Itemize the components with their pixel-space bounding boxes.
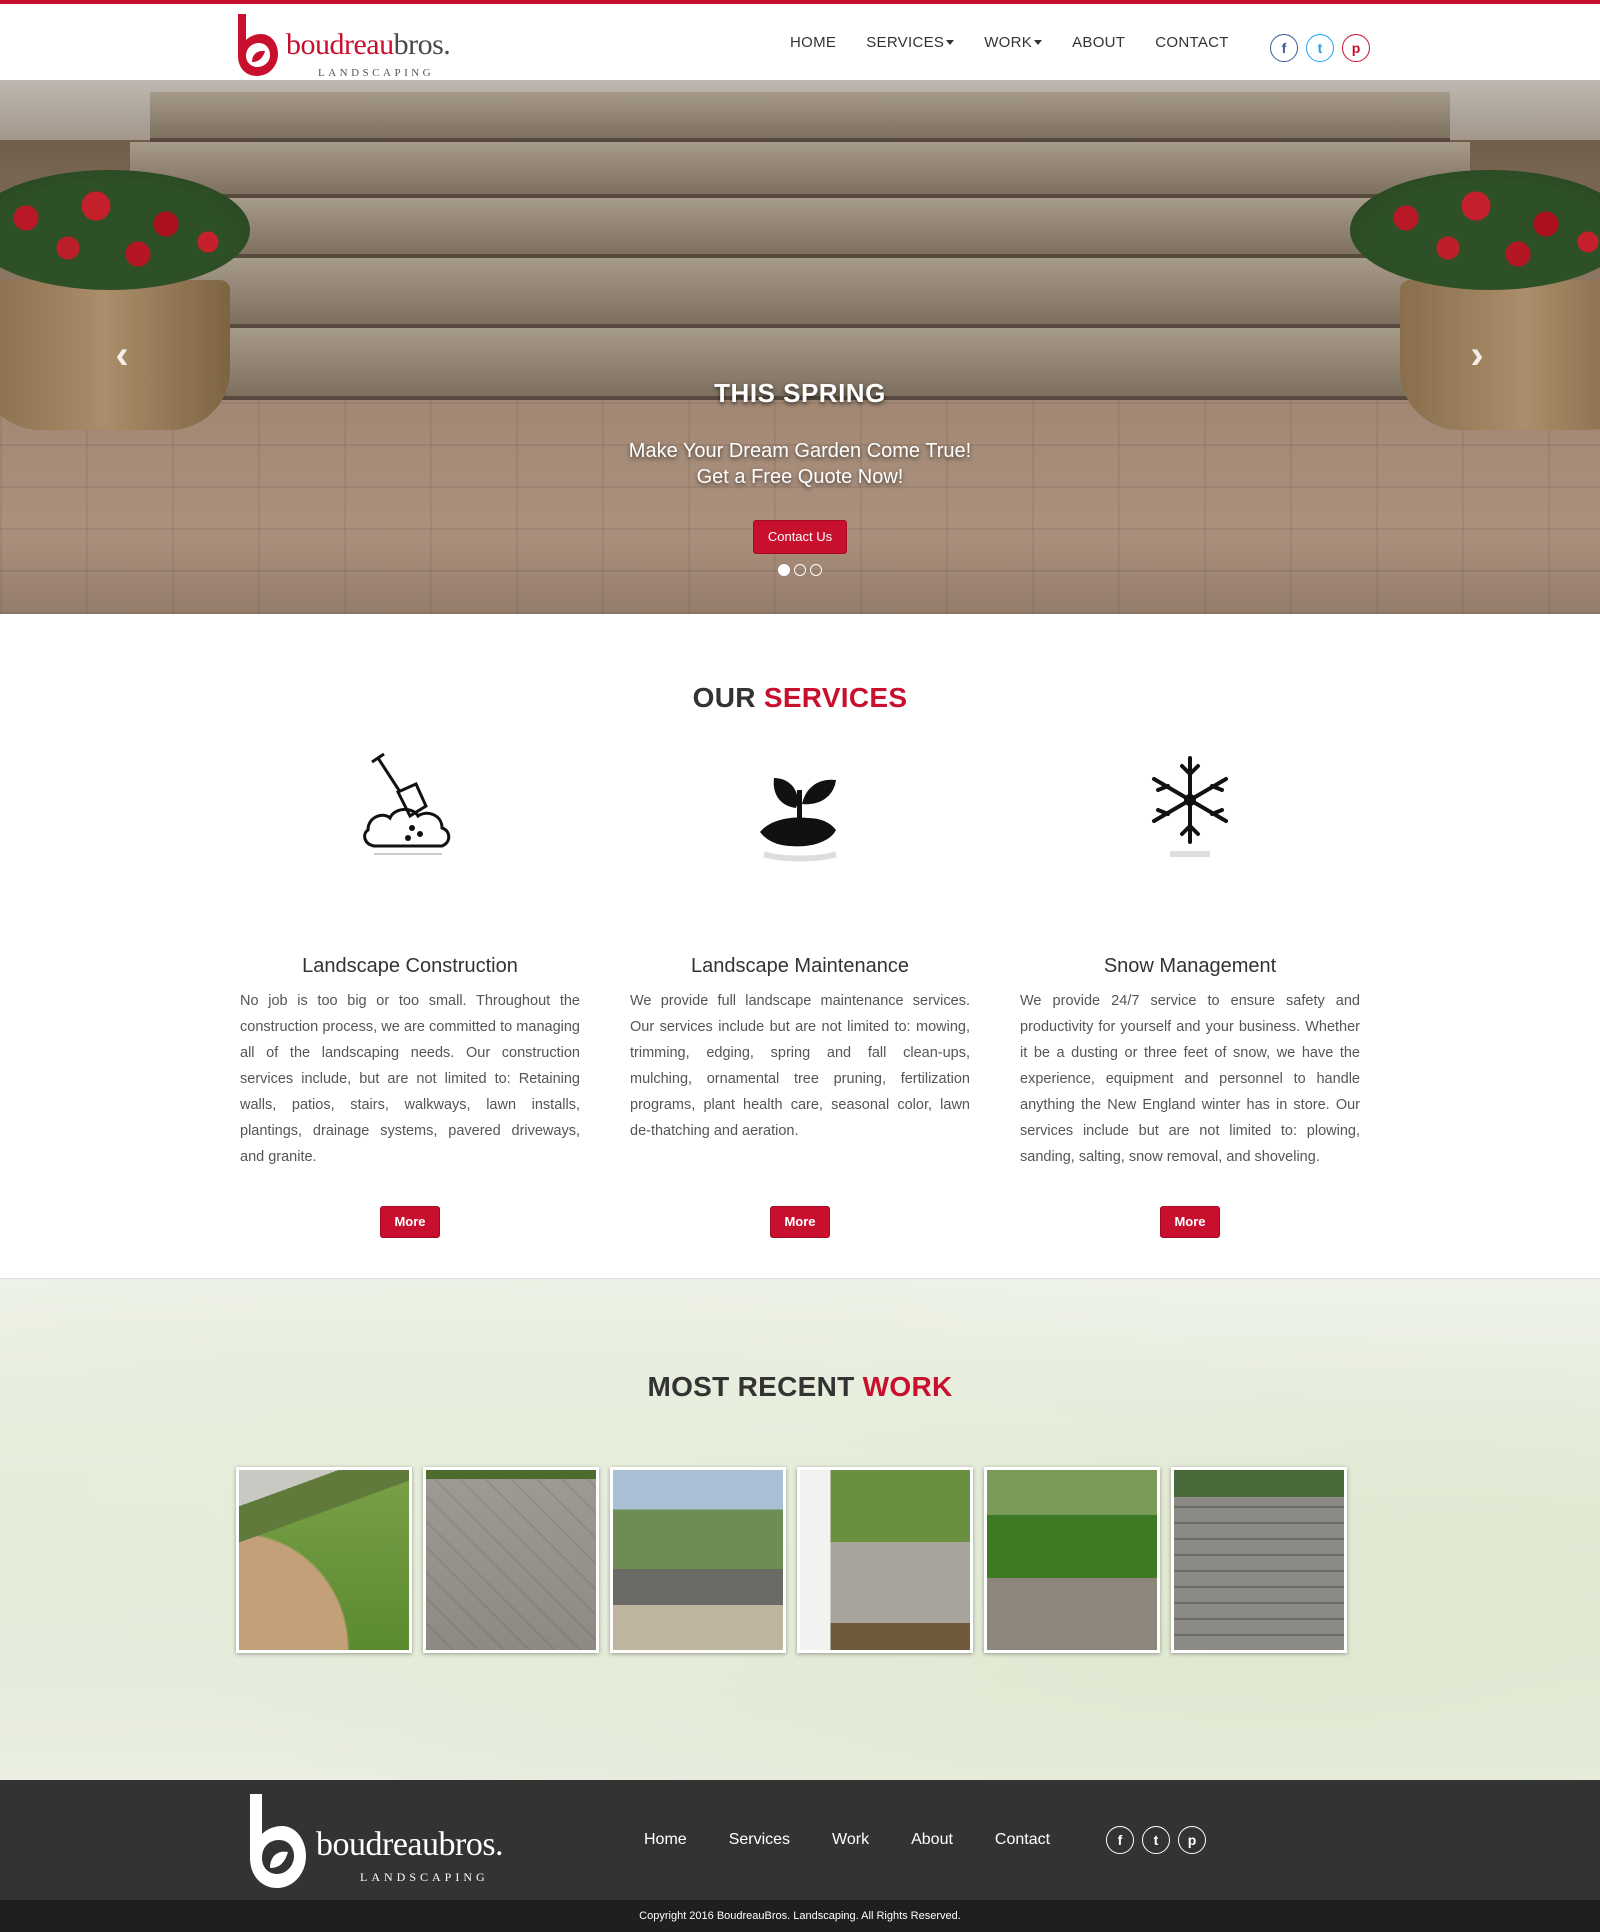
facebook-icon[interactable]: f: [1270, 34, 1298, 62]
footer-nav-services[interactable]: Services: [729, 1831, 790, 1849]
footer-logo-tagline: LANDSCAPING: [360, 1870, 489, 1884]
service-description: We provide 24/7 service to ensure safety…: [1020, 993, 1360, 1165]
main-navigation: HOME SERVICES WORK ABOUT CONTACT: [790, 4, 1259, 80]
services-heading: OUR SERVICES: [692, 682, 908, 713]
carousel-next-icon[interactable]: ›: [1462, 335, 1492, 375]
carousel-dot[interactable]: [778, 564, 790, 576]
carousel-dot[interactable]: [810, 564, 822, 576]
nav-home[interactable]: HOME: [790, 34, 836, 51]
more-button[interactable]: More: [770, 1206, 830, 1238]
service-description: We provide full landscape maintenance se…: [630, 993, 970, 1139]
hero-carousel: ‹ › THIS SPRING Make Your Dream Garden C…: [0, 80, 1600, 614]
twitter-icon[interactable]: t: [1142, 1826, 1170, 1854]
site-logo[interactable]: boudreaubros. LANDSCAPING: [232, 10, 472, 79]
logo-b-icon: [238, 14, 278, 76]
nav-work[interactable]: WORK: [984, 34, 1043, 51]
logo-wordmark: boudreaubros.: [286, 28, 451, 61]
footer-social-links: f t p: [1106, 1826, 1206, 1854]
carousel-dot[interactable]: [794, 564, 806, 576]
caret-down-icon: [946, 40, 955, 46]
recent-work-section: MOST RECENT WORK: [0, 1278, 1600, 1780]
hero-subtitle: Make Your Dream Garden Come True! Get a …: [0, 438, 1600, 490]
service-description: No job is too big or too small. Througho…: [240, 993, 580, 1165]
twitter-icon[interactable]: t: [1306, 34, 1334, 62]
snowflake-icon: [1152, 756, 1228, 857]
plant-in-hand-icon: [760, 778, 838, 862]
footer-logo[interactable]: boudreaubros. LANDSCAPING: [244, 1790, 544, 1890]
shovel-icon: [363, 752, 451, 855]
footer-nav-home[interactable]: Home: [644, 1831, 687, 1849]
footer-logo-wordmark: boudreaubros.: [316, 1826, 504, 1863]
footer-navigation: Home Services Work About Contact: [644, 1780, 1092, 1900]
carousel-indicators: [778, 564, 822, 576]
site-footer: boudreaubros. LANDSCAPING Home Services …: [0, 1780, 1600, 1900]
work-thumbnail-firepit-patio[interactable]: [797, 1467, 973, 1653]
more-button[interactable]: More: [380, 1206, 440, 1238]
service-title: Landscape Construction: [302, 955, 518, 977]
header-social-links: f t p: [1270, 34, 1370, 62]
hero-subtitle-line2: Get a Free Quote Now!: [696, 466, 904, 488]
work-thumbnail-patio[interactable]: [423, 1467, 599, 1653]
more-button[interactable]: More: [1160, 1206, 1220, 1238]
copyright-text: Copyright 2016 BoudreauBros. Landscaping…: [0, 1900, 1600, 1932]
work-thumbnail-block-wall[interactable]: [1171, 1467, 1347, 1653]
nav-contact[interactable]: CONTACT: [1155, 34, 1228, 51]
work-thumbnail-retaining-wall[interactable]: [610, 1467, 786, 1653]
recent-work-heading: MOST RECENT WORK: [647, 1371, 953, 1402]
footer-nav-contact[interactable]: Contact: [995, 1831, 1050, 1849]
pinterest-icon[interactable]: p: [1178, 1826, 1206, 1854]
work-thumbnail-walkway[interactable]: [236, 1467, 412, 1653]
footer-nav-about[interactable]: About: [911, 1831, 953, 1849]
nav-services[interactable]: SERVICES: [866, 34, 955, 51]
nav-about[interactable]: ABOUT: [1072, 34, 1125, 51]
site-header: boudreaubros. LANDSCAPING HOME SERVICES …: [0, 4, 1600, 80]
logo-b-icon: [250, 1794, 306, 1888]
service-title: Snow Management: [1103, 955, 1277, 977]
logo-tagline: LANDSCAPING: [318, 67, 435, 79]
pinterest-icon[interactable]: p: [1342, 34, 1370, 62]
hero-subtitle-line1: Make Your Dream Garden Come True!: [628, 440, 972, 462]
carousel-prev-icon[interactable]: ‹: [107, 335, 137, 375]
contact-us-button[interactable]: Contact Us: [753, 520, 847, 554]
work-gallery: [236, 1467, 1347, 1653]
work-thumbnail-lawn[interactable]: [984, 1467, 1160, 1653]
footer-nav-work[interactable]: Work: [832, 1831, 869, 1849]
hero-title: THIS SPRING: [714, 378, 886, 408]
caret-down-icon: [1034, 40, 1043, 46]
service-title: Landscape Maintenance: [691, 955, 909, 977]
facebook-icon[interactable]: f: [1106, 1826, 1134, 1854]
